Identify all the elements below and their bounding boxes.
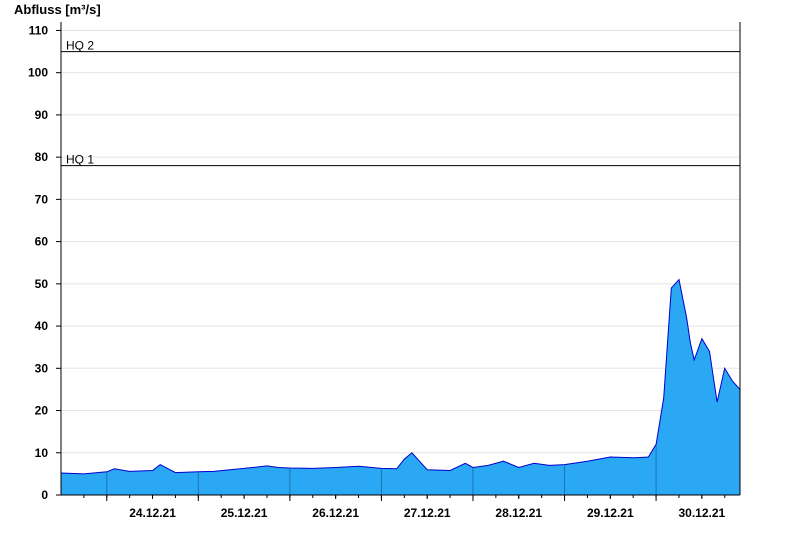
reference-label-1: HQ 1: [66, 153, 94, 167]
y-tick-label-80: 80: [35, 150, 49, 164]
x-tick-label-3: 27.12.21: [404, 506, 451, 520]
x-tick-label-0: 24.12.21: [129, 506, 176, 520]
x-ticks: 24.12.21 25.12.21 26.12.21 27.12.21 28.12.21…: [83, 495, 726, 520]
discharge-chart: Abfluss [m³/s] HQ 2 HQ 1 0 10 20 30 40 50 60 70 8…: [14, 2, 741, 520]
y-tick-label-40: 40: [35, 319, 49, 333]
y-tick-label-100: 100: [28, 66, 48, 80]
y-tick-label-110: 110: [29, 23, 49, 37]
y-ticks: 0 10 20 30 40 50 60 70 80 90 100 110: [28, 23, 61, 502]
y-tick-label-0: 0: [41, 488, 48, 502]
reference-lines: HQ 2 HQ 1: [61, 39, 740, 167]
x-tick-label-2: 26.12.21: [312, 506, 359, 520]
y-tick-label-70: 70: [35, 192, 49, 206]
y-tick-label-90: 90: [35, 108, 49, 122]
x-tick-label-1: 25.12.21: [221, 506, 268, 520]
y-tick-label-20: 20: [35, 404, 49, 418]
x-tick-label-6: 30.12.21: [678, 506, 725, 520]
y-tick-label-60: 60: [35, 235, 49, 249]
y-tick-label-30: 30: [35, 361, 49, 375]
y-tick-label-10: 10: [35, 446, 49, 460]
grid-lines: [61, 29, 740, 496]
axes: [60, 22, 741, 496]
series-fill: [61, 279, 740, 495]
x-tick-label-5: 29.12.21: [587, 506, 634, 520]
reference-label-0: HQ 2: [66, 39, 94, 53]
x-tick-label-4: 28.12.21: [495, 506, 542, 520]
y-tick-label-50: 50: [35, 277, 49, 291]
series-line: [60, 278, 741, 475]
series-area: [60, 278, 741, 495]
y-axis-title: Abfluss [m³/s]: [14, 2, 101, 17]
